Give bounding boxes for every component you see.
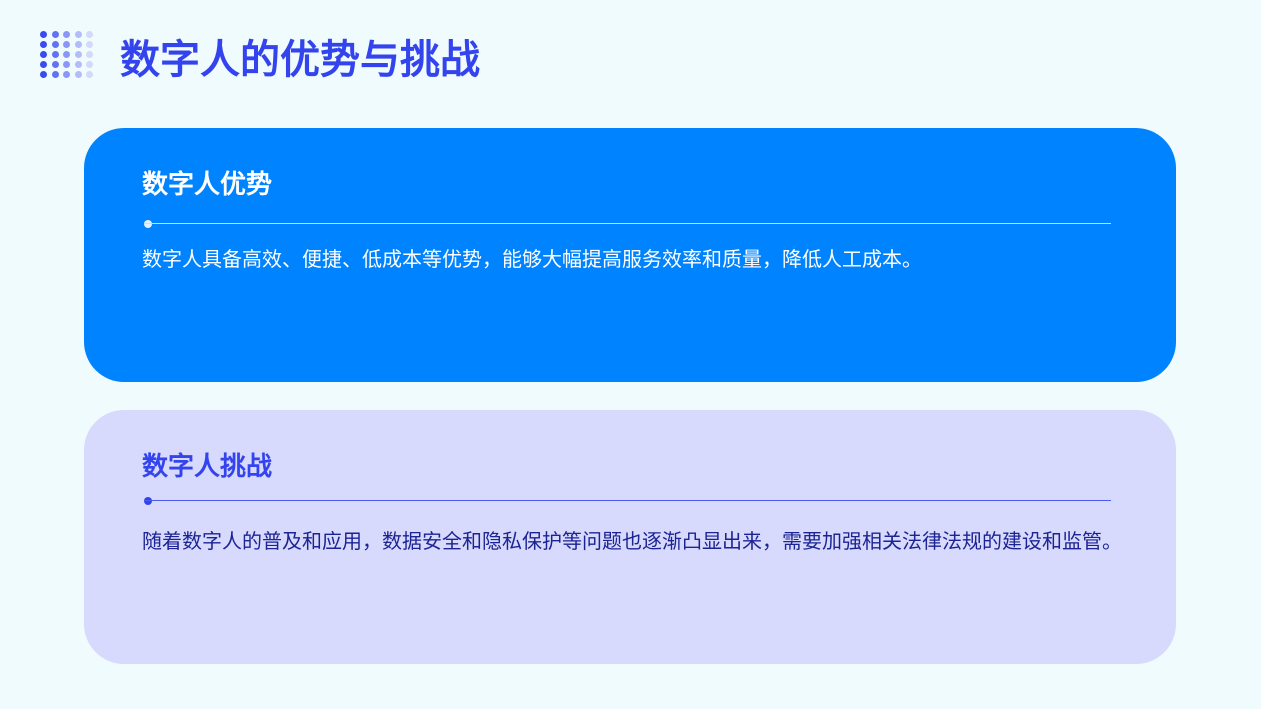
dot xyxy=(51,31,59,38)
dot xyxy=(86,41,93,48)
dot xyxy=(51,51,59,58)
dot xyxy=(74,51,82,58)
dot xyxy=(86,31,93,38)
divider-dot xyxy=(144,497,152,505)
dot xyxy=(51,61,59,68)
dot xyxy=(40,71,47,78)
challenge-card-text: 随着数字人的普及和应用，数据安全和隐私保护等问题也逐渐凸显出来，需要加强相关法律… xyxy=(142,529,1122,553)
page-title: 数字人的优势与挑战 xyxy=(120,37,480,83)
dot xyxy=(40,51,47,58)
challenge-card: 数字人挑战 随着数字人的普及和应用，数据安全和隐私保护等问题也逐渐凸显出来，需要… xyxy=(84,410,1176,664)
dot xyxy=(74,71,82,78)
divider-dot xyxy=(144,220,152,228)
dot xyxy=(51,71,59,78)
dot xyxy=(86,61,93,68)
dot xyxy=(63,31,70,38)
divider-line xyxy=(144,500,1111,501)
dot xyxy=(63,61,70,68)
dot xyxy=(63,41,70,48)
dot xyxy=(40,41,47,48)
advantage-card: 数字人优势 数字人具备高效、便捷、低成本等优势，能够大幅提高服务效率和质量，降低… xyxy=(84,128,1176,382)
advantage-card-text: 数字人具备高效、便捷、低成本等优势，能够大幅提高服务效率和质量，降低人工成本。 xyxy=(142,247,922,271)
dot xyxy=(40,31,47,38)
dot xyxy=(74,61,82,68)
dot xyxy=(63,71,70,78)
dot xyxy=(40,61,47,68)
divider-line xyxy=(144,223,1111,224)
advantage-card-title: 数字人优势 xyxy=(142,170,273,200)
dot xyxy=(51,41,59,48)
challenge-card-title: 数字人挑战 xyxy=(142,452,273,482)
dot xyxy=(74,41,82,48)
dot xyxy=(86,71,93,78)
dot-grid-icon xyxy=(40,31,100,79)
dot xyxy=(74,31,82,38)
dot xyxy=(63,51,70,58)
dot xyxy=(86,51,93,58)
